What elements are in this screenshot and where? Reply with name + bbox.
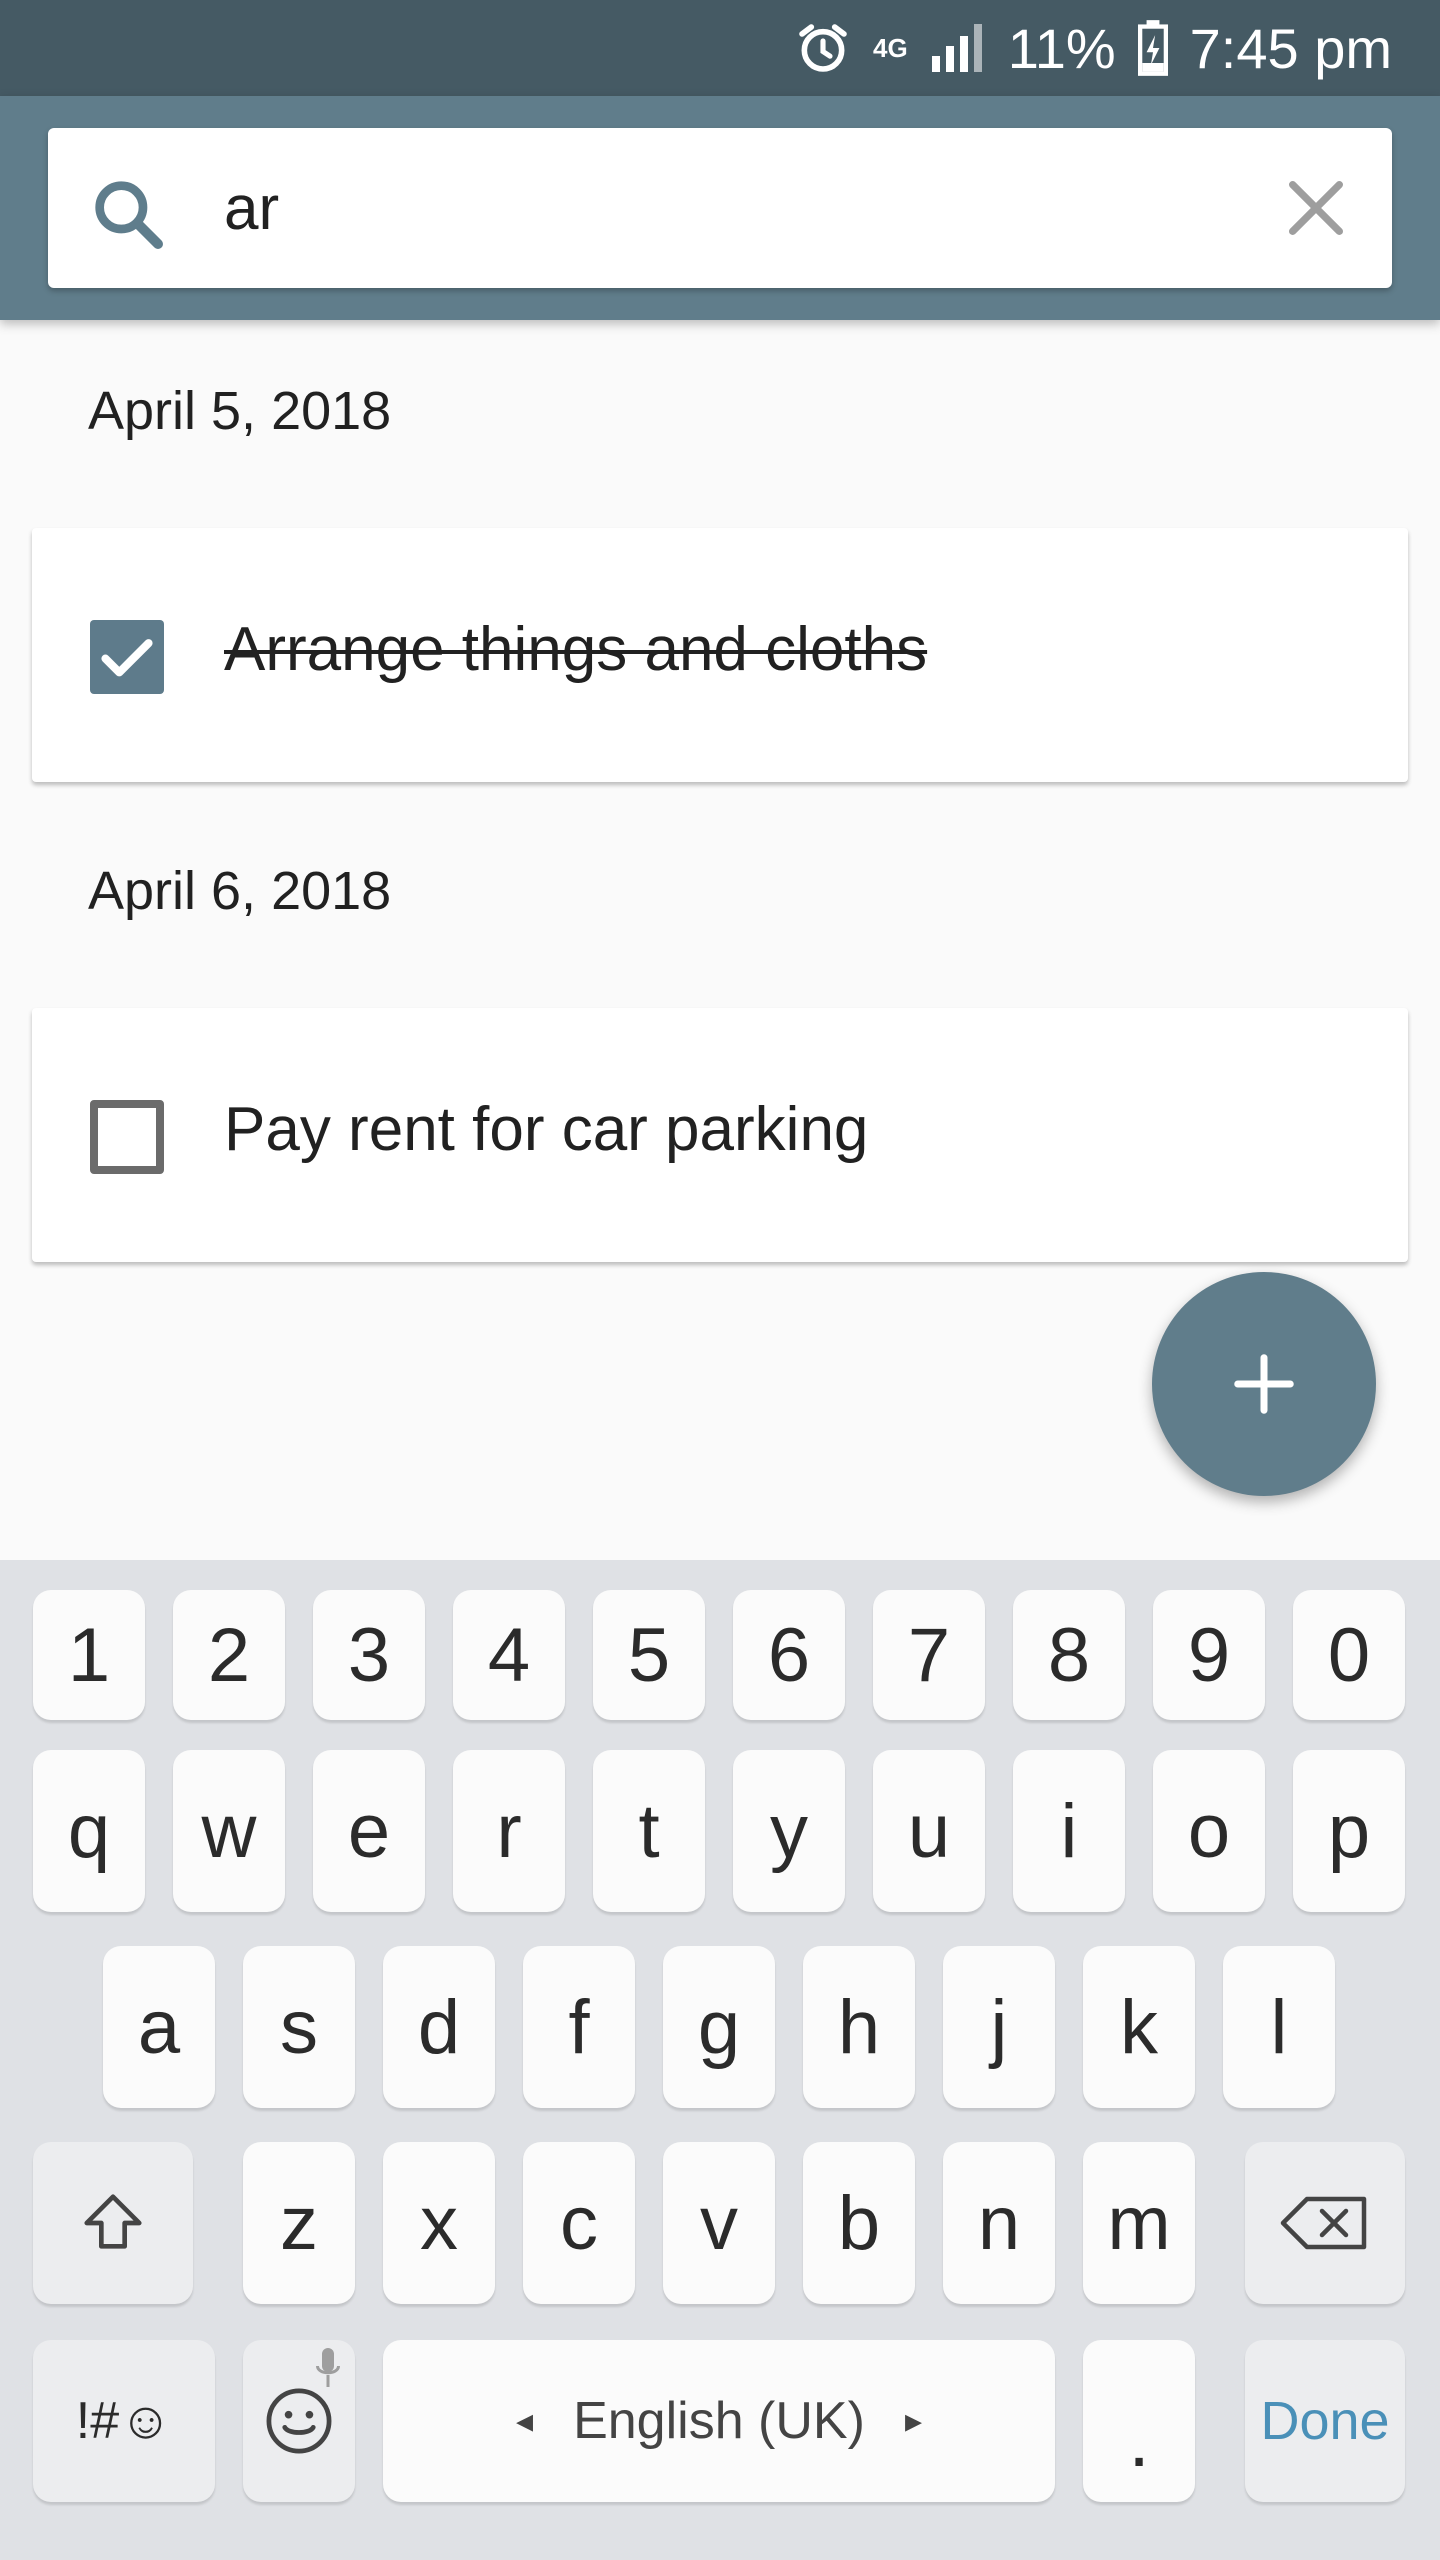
key-y[interactable]: y (733, 1750, 845, 1912)
key-k[interactable]: k (1083, 1946, 1195, 2108)
key-w[interactable]: w (173, 1750, 285, 1912)
key-r[interactable]: r (453, 1750, 565, 1912)
key-o[interactable]: o (1153, 1750, 1265, 1912)
search-input[interactable] (224, 158, 1304, 258)
key-9[interactable]: 9 (1153, 1590, 1265, 1720)
app-toolbar (0, 96, 1440, 320)
task-card[interactable]: Pay rent for car parking (32, 1008, 1408, 1262)
key-f[interactable]: f (523, 1946, 635, 2108)
key-n[interactable]: n (943, 2142, 1055, 2304)
key-c[interactable]: c (523, 2142, 635, 2304)
key-x[interactable]: x (383, 2142, 495, 2304)
key-v[interactable]: v (663, 2142, 775, 2304)
date-header: April 5, 2018 (88, 381, 392, 441)
clock: 7:45 pm (1189, 16, 1392, 80)
check-icon (101, 639, 153, 677)
key-a[interactable]: a (103, 1946, 215, 2108)
plus-icon (1234, 1354, 1294, 1414)
date-header: April 6, 2018 (88, 861, 392, 921)
language-next-icon: ▸ (904, 2402, 923, 2440)
network-type-indicator: 4G (873, 33, 908, 63)
key-7[interactable]: 7 (873, 1590, 985, 1720)
done-key[interactable]: Done (1245, 2340, 1405, 2502)
key-m[interactable]: m (1083, 2142, 1195, 2304)
key-5[interactable]: 5 (593, 1590, 705, 1720)
key-2[interactable]: 2 (173, 1590, 285, 1720)
key-l[interactable]: l (1223, 1946, 1335, 2108)
task-title: Pay rent for car parking (224, 1095, 869, 1164)
symbols-key[interactable]: !#☺ (33, 2340, 215, 2502)
key-3[interactable]: 3 (313, 1590, 425, 1720)
backspace-key[interactable] (1245, 2142, 1405, 2304)
key-s[interactable]: s (243, 1946, 355, 2108)
key-u[interactable]: u (873, 1750, 985, 1912)
key-6[interactable]: 6 (733, 1590, 845, 1720)
key-p[interactable]: p (1293, 1750, 1405, 1912)
search-bar (48, 128, 1392, 288)
add-task-button[interactable] (1152, 1272, 1376, 1496)
shift-key[interactable] (33, 2142, 193, 2304)
key-b[interactable]: b (803, 2142, 915, 2304)
microphone-icon (316, 2348, 340, 2387)
key-i[interactable]: i (1013, 1750, 1125, 1912)
key-g[interactable]: g (663, 1946, 775, 2108)
backspace-icon (1280, 2196, 1367, 2250)
signal-icon (930, 23, 986, 73)
shift-arrow-icon (84, 2194, 142, 2249)
key-d[interactable]: d (383, 1946, 495, 2108)
language-prev-icon: ◂ (515, 2402, 534, 2440)
key-0[interactable]: 0 (1293, 1590, 1405, 1720)
on-screen-keyboard: 1 2 3 4 5 6 7 8 9 0 q w e r t y u i o p … (0, 1560, 1440, 2560)
smiley-icon (266, 2388, 332, 2454)
status-bar: 4G 11% 7:45 pm (0, 0, 1440, 96)
task-checkbox-unchecked[interactable] (90, 1100, 164, 1174)
key-8[interactable]: 8 (1013, 1590, 1125, 1720)
key-j[interactable]: j (943, 1946, 1055, 2108)
emoji-key[interactable] (243, 2340, 355, 2502)
task-card[interactable]: Arrange things and cloths (32, 528, 1408, 782)
space-bar[interactable]: ◂ English (UK) ▸ (383, 2340, 1055, 2502)
key-4[interactable]: 4 (453, 1590, 565, 1720)
close-icon[interactable] (1276, 168, 1356, 248)
alarm-icon (795, 20, 851, 76)
battery-charging-icon (1137, 20, 1168, 76)
key-1[interactable]: 1 (33, 1590, 145, 1720)
key-z[interactable]: z (243, 2142, 355, 2304)
period-key[interactable]: . (1083, 2340, 1195, 2502)
key-q[interactable]: q (33, 1750, 145, 1912)
search-icon (88, 174, 168, 254)
language-label: English (UK) (573, 2392, 865, 2450)
battery-percentage: 11% (1007, 16, 1116, 80)
task-title: Arrange things and cloths (224, 615, 928, 684)
key-e[interactable]: e (313, 1750, 425, 1912)
task-checkbox-checked[interactable] (90, 620, 164, 694)
key-h[interactable]: h (803, 1946, 915, 2108)
key-t[interactable]: t (593, 1750, 705, 1912)
